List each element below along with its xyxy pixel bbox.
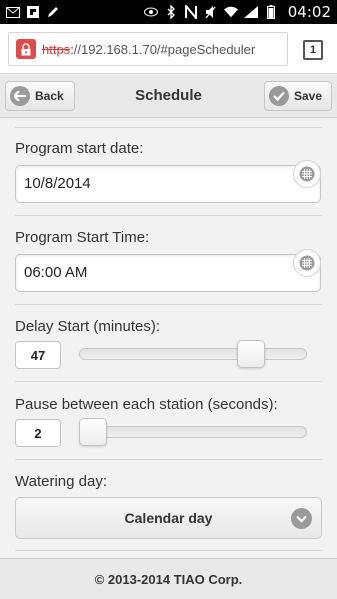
calendar-grid-icon[interactable] bbox=[293, 160, 321, 188]
delay-start-label: Delay Start (minutes): bbox=[15, 318, 161, 335]
footer: © 2013-2014 TIAO Corp. bbox=[0, 558, 337, 599]
eye-icon bbox=[143, 5, 158, 19]
mute-icon bbox=[204, 5, 218, 19]
url-text: https://192.168.1.70/#pageScheduler bbox=[42, 42, 255, 57]
divider bbox=[15, 304, 322, 305]
copyright-text: © 2013-2014 TIAO Corp. bbox=[94, 571, 243, 587]
status-bar: 04:02 bbox=[0, 0, 337, 24]
battery-icon bbox=[264, 5, 278, 19]
divider bbox=[15, 127, 322, 128]
bluetooth-icon bbox=[164, 5, 178, 19]
mail-icon bbox=[6, 5, 20, 19]
browser-toolbar: https://192.168.1.70/#pageScheduler 1 bbox=[0, 24, 337, 74]
time-grid-icon[interactable] bbox=[293, 249, 321, 277]
watering-day-select[interactable]: Calendar day bbox=[15, 497, 322, 539]
schedule-form: Program start date: Program Start Time: … bbox=[0, 118, 337, 558]
chevron-down-icon bbox=[291, 508, 312, 529]
pen-icon bbox=[46, 5, 60, 19]
delay-start-slider-handle[interactable] bbox=[237, 340, 265, 368]
divider bbox=[15, 381, 322, 382]
lock-icon bbox=[16, 39, 36, 59]
clock: 04:02 bbox=[287, 3, 331, 21]
nfc-icon bbox=[184, 5, 198, 19]
pause-label: Pause between each station (seconds): bbox=[15, 396, 278, 413]
check-icon bbox=[269, 86, 289, 106]
save-button[interactable]: Save bbox=[264, 81, 332, 111]
save-label: Save bbox=[294, 89, 323, 103]
tab-switcher-button[interactable]: 1 bbox=[303, 40, 323, 60]
watering-day-value: Calendar day bbox=[124, 510, 213, 526]
divider bbox=[15, 459, 322, 460]
delay-start-value[interactable]: 47 bbox=[15, 341, 61, 369]
watering-day-label: Watering day: bbox=[15, 473, 107, 490]
address-bar[interactable]: https://192.168.1.70/#pageScheduler bbox=[8, 32, 288, 66]
page-header: Back Schedule Save bbox=[0, 75, 337, 118]
start-time-input[interactable] bbox=[24, 264, 274, 281]
divider bbox=[15, 550, 322, 551]
url-protocol: https bbox=[42, 41, 71, 57]
start-time-label: Program Start Time: bbox=[15, 229, 150, 246]
divider bbox=[15, 215, 322, 216]
start-date-input[interactable] bbox=[24, 175, 274, 192]
pause-slider-handle[interactable] bbox=[79, 418, 107, 446]
url-path: ://192.168.1.70/#pageScheduler bbox=[70, 41, 256, 57]
flipboard-icon bbox=[26, 5, 40, 19]
start-time-field[interactable] bbox=[15, 249, 321, 292]
start-date-field[interactable] bbox=[15, 160, 321, 203]
signal-icon bbox=[243, 5, 258, 19]
wifi-icon bbox=[223, 5, 238, 19]
delay-start-track[interactable] bbox=[79, 348, 307, 360]
start-date-label: Program start date: bbox=[15, 140, 144, 157]
pause-track[interactable] bbox=[79, 426, 307, 438]
pause-value[interactable]: 2 bbox=[15, 419, 61, 447]
